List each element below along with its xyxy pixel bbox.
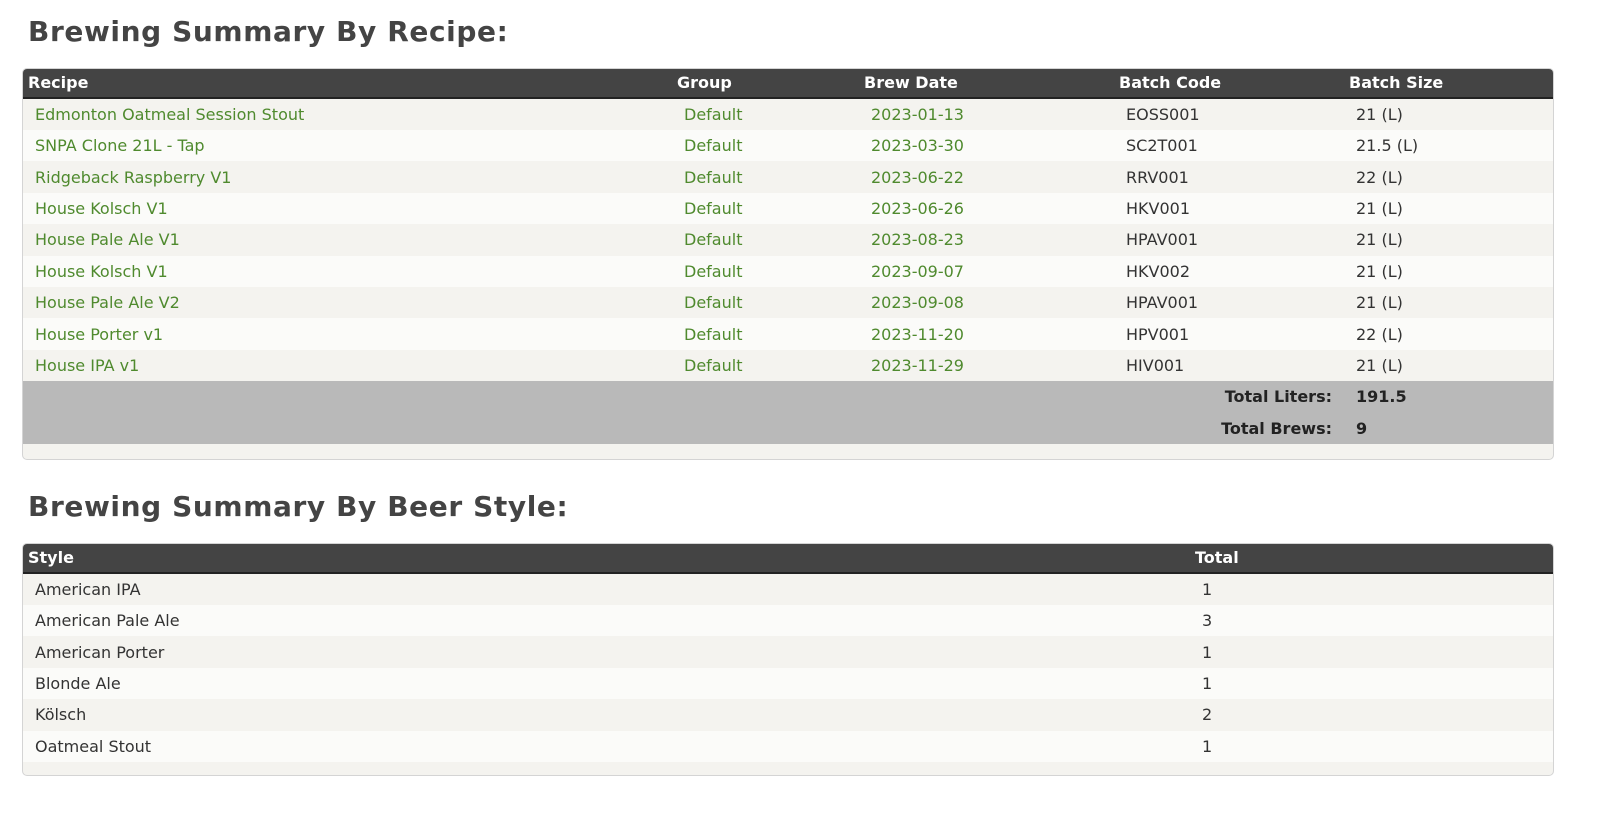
batch-size: 21 (L) <box>1356 355 1403 375</box>
recipe-link[interactable]: Edmonton Oatmeal Session Stout <box>23 98 672 130</box>
total-liters-label: Total Liters: <box>1224 387 1332 407</box>
brew-date-link[interactable]: 2023-11-29 <box>859 350 1114 381</box>
recipe-row: SNPA Clone 21L - Tap Default 2023-03-30 SC2… <box>23 130 1553 162</box>
style-row: American Porter 1 <box>23 636 1553 668</box>
page: Brewing Summary By Recipe: Recipe Group … <box>0 0 1598 813</box>
brew-date-link[interactable]: 2023-06-26 <box>859 193 1114 224</box>
column-header-recipe[interactable]: Recipe <box>23 69 672 98</box>
style-name: Kölsch <box>35 705 87 725</box>
batch-code: HPAV001 <box>1126 230 1199 250</box>
group-link[interactable]: Default <box>672 224 859 255</box>
column-header-style[interactable]: Style <box>23 544 1190 573</box>
style-name: American IPA <box>35 580 141 599</box>
batch-size: 21 (L) <box>1356 261 1403 281</box>
batch-code: EOSS001 <box>1126 105 1200 124</box>
recipe-summary-panel: Recipe Group Brew Date Batch Code Batch … <box>22 68 1554 460</box>
group-link[interactable]: Default <box>672 130 859 161</box>
recipe-row: Edmonton Oatmeal Session Stout Default 202… <box>23 98 1553 130</box>
style-total: 3 <box>1202 611 1213 631</box>
column-header-batch-code[interactable]: Batch Code <box>1114 69 1344 98</box>
recipe-link[interactable]: House Kolsch V1 <box>23 193 672 224</box>
recipe-link[interactable]: House Porter v1 <box>23 318 672 349</box>
batch-code: HKV001 <box>1126 198 1191 218</box>
batch-code: HPV001 <box>1126 324 1190 344</box>
total-brews-value: 9 <box>1356 418 1368 438</box>
batch-code: SC2T001 <box>1126 136 1198 156</box>
recipe-table-header: Recipe Group Brew Date Batch Code Batch … <box>23 69 1553 98</box>
group-link[interactable]: Default <box>672 193 859 224</box>
brew-date-link[interactable]: 2023-09-08 <box>859 287 1114 318</box>
brew-date-link[interactable]: 2023-03-30 <box>859 130 1114 161</box>
style-summary-table: Style Total American IPA 1 American Pale A… <box>23 544 1553 762</box>
style-row: American IPA 1 <box>23 573 1553 605</box>
style-name: American Pale Ale <box>35 611 180 631</box>
recipe-row: Ridgeback Raspberry V1 Default 2023-06-22 R… <box>23 161 1553 193</box>
batch-size: 21 (L) <box>1356 198 1403 218</box>
recipe-summary-table: Recipe Group Brew Date Batch Code Batch … <box>23 69 1553 444</box>
group-link[interactable]: Default <box>672 161 859 192</box>
style-row: Oatmeal Stout 1 <box>23 730 1553 762</box>
brew-date-link[interactable]: 2023-08-23 <box>859 224 1114 255</box>
recipe-row: House Pale Ale V1 Default 2023-08-23 HPAV00… <box>23 224 1553 256</box>
batch-code: RRV001 <box>1126 167 1189 187</box>
recipe-row: House IPA v1 Default 2023-11-29 HIV001 21 (L… <box>23 349 1553 382</box>
batch-size: 22 (L) <box>1356 324 1403 344</box>
group-link[interactable]: Default <box>672 350 859 381</box>
total-liters-row: Total Liters: 191.5 <box>23 381 1553 413</box>
recipe-link[interactable]: House Kolsch V1 <box>23 256 672 287</box>
style-name: Oatmeal Stout <box>35 736 152 756</box>
style-total: 1 <box>1202 642 1213 662</box>
style-row: Kölsch 2 <box>23 699 1553 731</box>
batch-code: HKV002 <box>1126 261 1191 281</box>
recipe-link[interactable]: SNPA Clone 21L - Tap <box>23 130 672 161</box>
style-total: 2 <box>1202 705 1213 725</box>
batch-size: 21 (L) <box>1356 293 1403 313</box>
brew-date-link[interactable]: 2023-09-07 <box>859 256 1114 287</box>
batch-size: 21 (L) <box>1356 105 1403 124</box>
recipe-row: House Kolsch V1 Default 2023-09-07 HKV002 21… <box>23 255 1553 287</box>
total-brews-label: Total Brews: <box>1221 418 1332 438</box>
style-name: Blonde Ale <box>35 673 121 693</box>
recipe-row: House Pale Ale V2 Default 2023-09-08 HPAV00… <box>23 286 1553 319</box>
recipe-link[interactable]: Ridgeback Raspberry V1 <box>23 161 672 192</box>
group-link[interactable]: Default <box>672 287 859 318</box>
recipe-row: House Porter v1 Default 2023-11-20 HPV001 22… <box>23 318 1553 350</box>
style-total: 1 <box>1202 580 1213 599</box>
style-summary-panel: Style Total American IPA 1 American Pale A… <box>22 543 1554 776</box>
style-row: American Pale Ale 3 <box>23 605 1553 637</box>
recipe-link[interactable]: House Pale Ale V2 <box>23 287 672 318</box>
style-summary-title: Brewing Summary By Beer Style: <box>28 490 569 523</box>
column-header-batch-size[interactable]: Batch Size <box>1344 69 1553 98</box>
total-liters-value: 191.5 <box>1356 387 1407 407</box>
style-name: American Porter <box>35 642 165 662</box>
style-total: 1 <box>1202 736 1213 756</box>
column-header-group[interactable]: Group <box>672 69 859 98</box>
batch-size: 22 (L) <box>1356 167 1403 187</box>
recipe-summary-title: Brewing Summary By Recipe: <box>28 15 509 48</box>
group-link[interactable]: Default <box>672 98 859 130</box>
group-link[interactable]: Default <box>672 256 859 287</box>
group-link[interactable]: Default <box>672 318 859 349</box>
style-table-header: Style Total <box>23 544 1553 573</box>
brew-date-link[interactable]: 2023-01-13 <box>859 98 1114 130</box>
batch-size: 21 (L) <box>1356 230 1403 250</box>
brew-date-link[interactable]: 2023-06-22 <box>859 161 1114 192</box>
total-brews-row: Total Brews: 9 <box>23 412 1553 444</box>
batch-size: 21.5 (L) <box>1356 136 1419 156</box>
brew-date-link[interactable]: 2023-11-20 <box>859 318 1114 349</box>
style-total: 1 <box>1202 673 1213 693</box>
recipe-row: House Kolsch V1 Default 2023-06-26 HKV001 21… <box>23 192 1553 225</box>
style-row: Blonde Ale 1 <box>23 667 1553 700</box>
recipe-link[interactable]: House Pale Ale V1 <box>23 224 672 255</box>
recipe-link[interactable]: House IPA v1 <box>23 350 672 381</box>
batch-code: HIV001 <box>1126 355 1185 375</box>
column-header-brew-date[interactable]: Brew Date <box>859 69 1114 98</box>
column-header-total[interactable]: Total <box>1190 544 1553 573</box>
batch-code: HPAV001 <box>1126 293 1199 313</box>
